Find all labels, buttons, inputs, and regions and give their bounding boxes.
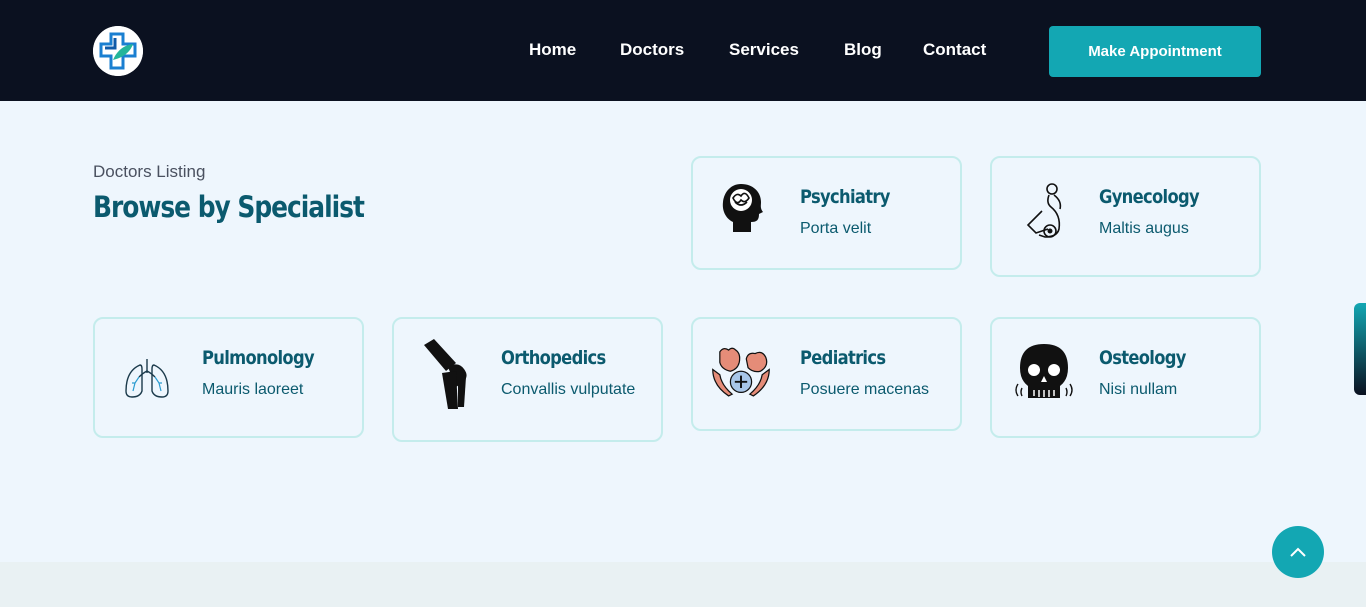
specialist-subtitle: Nisi nullam — [1099, 381, 1178, 398]
skull-icon — [1014, 344, 1074, 405]
brain-head-icon — [715, 178, 775, 238]
specialist-card-psychiatry[interactable]: Psychiatry Porta velit — [691, 156, 962, 270]
footer-band — [0, 562, 1366, 607]
navbar: Home Doctors Services Blog Contact Make … — [0, 0, 1366, 101]
chevron-up-icon — [1290, 547, 1306, 557]
specialist-title: Pediatrics — [800, 347, 886, 369]
specialist-subtitle: Mauris laoreet — [202, 381, 304, 398]
pregnant-woman-icon — [1016, 183, 1076, 244]
make-appointment-button[interactable]: Make Appointment — [1049, 26, 1261, 77]
scrollbar[interactable] — [1354, 303, 1366, 395]
site-logo[interactable] — [93, 26, 143, 76]
scroll-to-top-button[interactable] — [1272, 526, 1324, 578]
specialist-subtitle: Porta velit — [800, 220, 872, 237]
specialist-card-pediatrics[interactable]: Pediatrics Posuere macenas — [691, 317, 962, 431]
section-heading: Browse by Specialist — [93, 190, 365, 224]
specialist-title: Gynecology — [1099, 186, 1200, 208]
section-eyebrow: Doctors Listing — [93, 162, 206, 181]
nav-link-services[interactable]: Services — [729, 40, 799, 60]
lungs-icon — [117, 349, 177, 409]
specialist-card-osteology[interactable]: Osteology Nisi nullam — [990, 317, 1261, 438]
knee-joint-icon — [416, 339, 476, 409]
medical-cross-logo-icon — [93, 26, 143, 76]
specialist-title: Osteology — [1099, 347, 1186, 369]
specialist-card-pulmonology[interactable]: Pulmonology Mauris laoreet — [93, 317, 364, 438]
nav-link-blog[interactable]: Blog — [844, 40, 882, 60]
specialist-subtitle: Maltis augus — [1099, 220, 1189, 237]
specialist-card-gynecology[interactable]: Gynecology Maltis augus — [990, 156, 1261, 277]
specialist-title: Orthopedics — [501, 347, 606, 369]
nav-link-home[interactable]: Home — [529, 40, 576, 60]
specialist-title: Psychiatry — [800, 186, 890, 208]
specialist-subtitle: Convallis vulputate — [501, 381, 636, 398]
specialist-title: Pulmonology — [202, 347, 315, 369]
nav-link-contact[interactable]: Contact — [923, 40, 986, 60]
specialist-subtitle: Posuere macenas — [800, 381, 929, 398]
baby-hands-icon — [711, 343, 771, 403]
nav-link-doctors[interactable]: Doctors — [620, 40, 684, 60]
specialist-card-orthopedics[interactable]: Orthopedics Convallis vulputate — [392, 317, 663, 442]
